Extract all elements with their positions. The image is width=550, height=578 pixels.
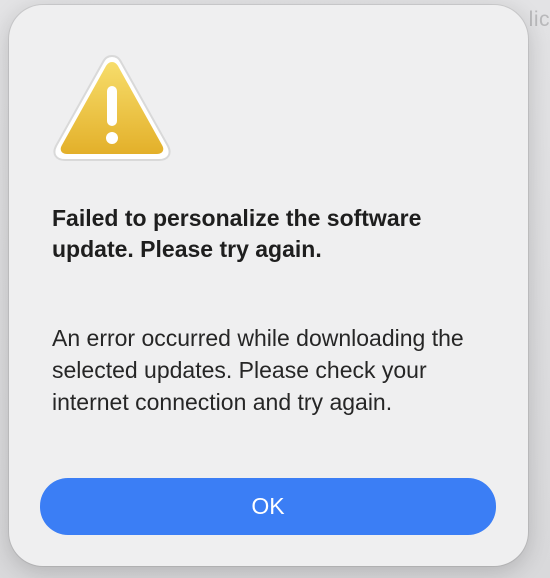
alert-dialog: Failed to personalize the software updat… bbox=[9, 5, 528, 566]
background-partial-text: lic bbox=[528, 8, 550, 31]
dialog-message: An error occurred while downloading the … bbox=[52, 325, 464, 415]
dialog-title: Failed to personalize the software updat… bbox=[52, 205, 422, 262]
warning-triangle-icon bbox=[51, 50, 173, 166]
ok-button[interactable]: OK bbox=[40, 478, 496, 535]
